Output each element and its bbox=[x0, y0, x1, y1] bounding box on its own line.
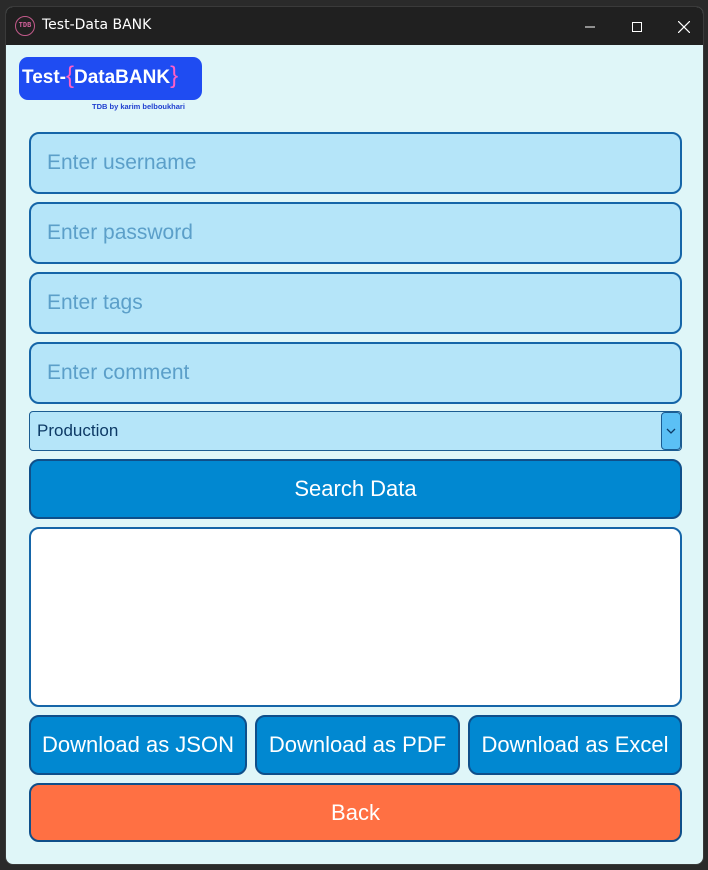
tags-input[interactable] bbox=[29, 272, 682, 334]
environment-select[interactable]: Production bbox=[29, 411, 682, 451]
minimize-button[interactable] bbox=[567, 7, 613, 45]
minimize-icon bbox=[585, 26, 595, 27]
download-excel-button[interactable]: Download as Excel bbox=[468, 715, 682, 775]
title-bar[interactable]: TDB Test-Data BANK bbox=[6, 7, 703, 45]
window-title: Test-Data BANK bbox=[42, 17, 152, 33]
chevron-down-icon bbox=[666, 428, 676, 434]
logo-brace-close: } bbox=[170, 62, 179, 89]
logo-name: DataBANK bbox=[74, 67, 171, 88]
logo-prefix: Test- bbox=[22, 67, 66, 88]
download-json-button[interactable]: Download as JSON bbox=[29, 715, 247, 775]
logo-subtitle: TDB by karim belboukhari bbox=[92, 102, 185, 111]
app-logo: Test-{DataBANK} bbox=[19, 57, 202, 100]
password-input[interactable] bbox=[29, 202, 682, 264]
close-icon bbox=[677, 20, 691, 33]
app-window: TDB Test-Data BANK Test-{DataBANK} TDB b… bbox=[5, 6, 704, 865]
maximize-icon bbox=[632, 21, 642, 32]
maximize-button[interactable] bbox=[614, 7, 660, 45]
environment-select-value: Production bbox=[37, 421, 119, 440]
tdb-app-icon: TDB bbox=[15, 16, 35, 36]
search-data-button[interactable]: Search Data bbox=[29, 459, 682, 519]
logo-brace-open: { bbox=[65, 62, 74, 89]
close-button[interactable] bbox=[661, 7, 703, 45]
back-button[interactable]: Back bbox=[29, 783, 682, 842]
logo-text: Test-{DataBANK} bbox=[22, 62, 178, 90]
comment-input[interactable] bbox=[29, 342, 682, 404]
username-input[interactable] bbox=[29, 132, 682, 194]
results-area[interactable] bbox=[29, 527, 682, 707]
download-pdf-button[interactable]: Download as PDF bbox=[255, 715, 460, 775]
dropdown-arrow-button[interactable] bbox=[661, 412, 681, 450]
